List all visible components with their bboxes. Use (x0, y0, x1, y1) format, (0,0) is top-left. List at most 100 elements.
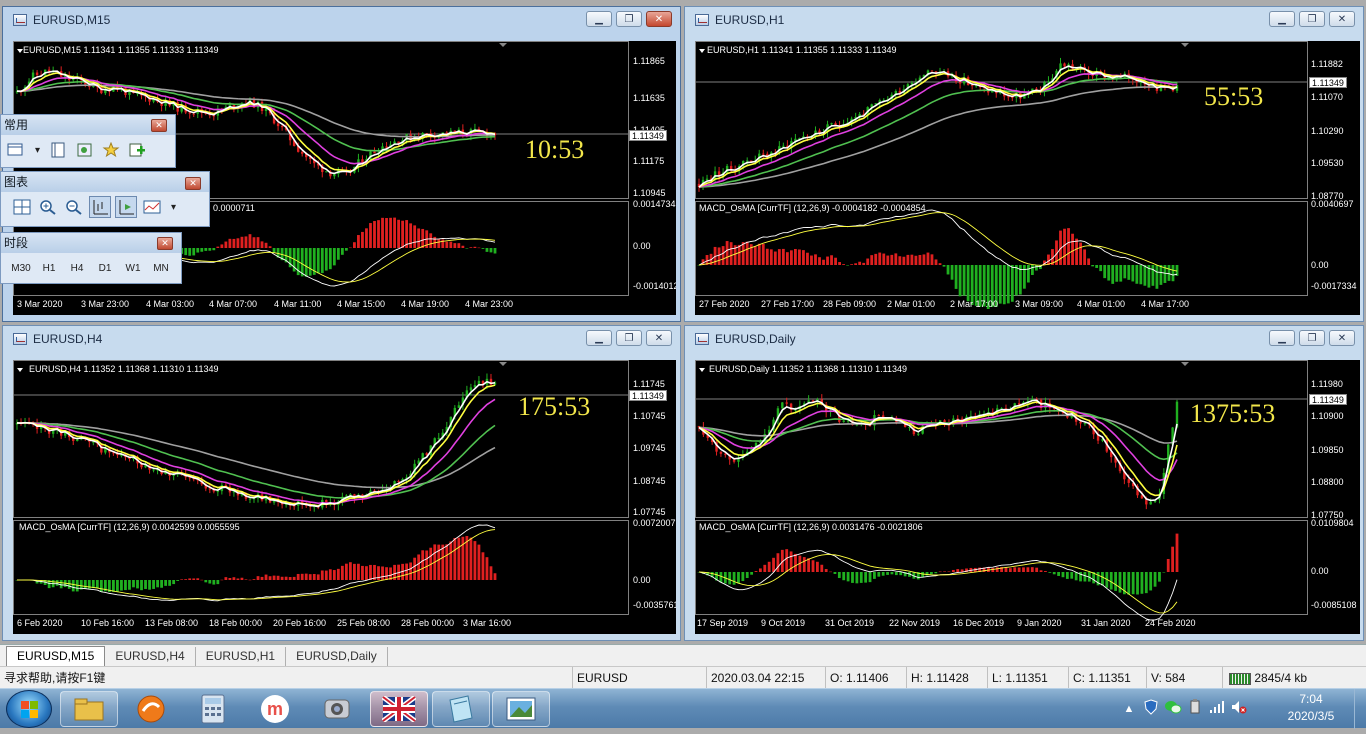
candle-body (1047, 81, 1050, 83)
chart-window-icon (695, 333, 709, 345)
new-order-button[interactable] (126, 139, 148, 161)
period-button-w1[interactable]: W1 (119, 263, 147, 274)
macd-bar (248, 579, 252, 581)
chart-canvas[interactable]: EURUSD,H4 1.11352 1.11368 1.11310 1.1134… (13, 360, 676, 634)
macd-bar (1151, 265, 1155, 286)
file-explorer-taskbar-icon[interactable] (60, 691, 118, 727)
toolbar-title[interactable]: 时段 (1, 233, 181, 253)
picture-viewer-taskbar-icon[interactable] (492, 691, 550, 727)
period-button-mn[interactable]: MN (147, 263, 175, 274)
candle-body (35, 72, 39, 76)
close-icon[interactable]: ✕ (185, 177, 201, 190)
start-button[interactable] (6, 690, 52, 728)
macd-bar (1115, 265, 1119, 282)
data-window-button[interactable] (74, 139, 96, 161)
price-axis: 1.118651.116351.114051.111751.10945 (633, 56, 666, 198)
period-button-h1[interactable]: H1 (35, 263, 63, 274)
media-taskbar-icon[interactable] (308, 691, 366, 727)
period-button-h4[interactable]: H4 (63, 263, 91, 274)
indicators-icon[interactable] (141, 196, 163, 218)
browser-taskbar-icon[interactable] (122, 691, 180, 727)
window-titlebar[interactable]: EURUSD,H4 (3, 326, 680, 352)
macd-bar (457, 243, 461, 248)
time-tick-label: 4 Mar 11:00 (274, 299, 321, 309)
notepad-taskbar-icon[interactable] (432, 691, 490, 727)
wechat-icon[interactable] (1162, 699, 1184, 720)
close-button[interactable]: ✕ (646, 11, 672, 27)
chart-area[interactable]: EURUSD,H4 1.11352 1.11368 1.11310 1.1134… (13, 360, 676, 634)
macd-bar (132, 580, 135, 588)
period-button-d1[interactable]: D1 (91, 263, 119, 274)
zoom-in-icon[interactable] (37, 196, 59, 218)
chevron-down-icon[interactable]: ▾ (167, 202, 180, 213)
macd-bar (296, 573, 300, 580)
minimize-button[interactable]: ▁ (586, 11, 612, 27)
time-tick-label: 3 Mar 2020 (17, 299, 63, 309)
toolbar-common[interactable]: 常用 ✕ ▾ (0, 114, 176, 168)
chart-tab[interactable]: EURUSD,H1 (196, 647, 287, 666)
chart-shift-icon[interactable] (115, 196, 137, 218)
volume-muted-icon[interactable] (1228, 700, 1250, 719)
chart-area[interactable]: EURUSD,H1 1.11341 1.11355 1.11333 1.1134… (695, 41, 1360, 315)
new-chart-button[interactable] (5, 139, 27, 161)
period-button-m30[interactable]: M30 (7, 263, 35, 274)
status-traffic[interactable]: 2845/4 kb (1222, 667, 1366, 689)
chevron-down-icon[interactable]: ▾ (31, 145, 44, 156)
macd-bar (284, 576, 288, 580)
chart-window-h1[interactable]: EURUSD,H1 ▁ ❐ ✕ EURUSD,H1 1.11341 1.1135… (684, 6, 1364, 322)
macd-bar (811, 560, 815, 572)
close-button[interactable]: ✕ (646, 330, 672, 346)
chart-window-h4[interactable]: EURUSD,H4 ▁ ❐ ✕ EURUSD,H4 1.11352 1.1136… (2, 325, 681, 641)
macd-bar (1095, 265, 1099, 268)
chart-tab[interactable]: EURUSD,M15 (6, 646, 106, 666)
macd-bar (357, 235, 360, 248)
chart-canvas[interactable]: EURUSD,H1 1.11341 1.11355 1.11333 1.1134… (695, 41, 1360, 315)
network-signal-icon[interactable] (1206, 700, 1228, 719)
m-app-taskbar-icon[interactable]: m (246, 691, 304, 727)
window-titlebar[interactable]: EURUSD,M15 (3, 7, 680, 33)
chart-tab[interactable]: EURUSD,H4 (105, 647, 196, 666)
calculator-taskbar-icon[interactable] (184, 691, 242, 727)
current-price-box: 1.11349 (629, 390, 667, 401)
minimize-button[interactable]: ▁ (1269, 330, 1295, 346)
window-titlebar[interactable]: EURUSD,H1 (685, 7, 1363, 33)
toolbar-title[interactable]: 图表 (1, 172, 209, 192)
metatrader-taskbar-icon[interactable] (370, 691, 428, 727)
macd-bar (1035, 567, 1039, 572)
system-clock[interactable]: 7:04 2020/3/5 (1276, 691, 1346, 725)
minimize-button[interactable]: ▁ (586, 330, 612, 346)
time-tick-label: 31 Oct 2019 (825, 618, 874, 628)
usb-device-icon[interactable] (1184, 698, 1206, 720)
show-desktop-button[interactable] (1354, 689, 1366, 729)
toolbar-periods[interactable]: 时段 ✕ M30 H1 H4 D1 W1 MN (0, 232, 182, 284)
macd-bar (753, 246, 757, 265)
tray-expand-icon[interactable]: ▲ (1118, 703, 1140, 715)
auto-scroll-icon[interactable] (89, 196, 111, 218)
toolbar-title[interactable]: 常用 (1, 115, 175, 135)
taskbar: m ▲ 7:04 2020/3/5 (0, 688, 1366, 729)
minimize-button[interactable]: ▁ (1269, 11, 1295, 27)
close-icon[interactable]: ✕ (151, 119, 167, 132)
navigator-star-icon[interactable] (100, 139, 122, 161)
macd-bar (353, 242, 356, 248)
market-watch-button[interactable] (48, 139, 70, 161)
chart-tab[interactable]: EURUSD,Daily (286, 647, 388, 666)
window-titlebar[interactable]: EURUSD,Daily (685, 326, 1363, 352)
close-button[interactable]: ✕ (1329, 330, 1355, 346)
toolbar-charts[interactable]: 图表 ✕ ▾ (0, 171, 210, 227)
candle-body (729, 165, 733, 170)
chart-area[interactable]: EURUSD,Daily 1.11352 1.11368 1.11310 1.1… (695, 360, 1360, 634)
restore-button[interactable]: ❐ (1299, 330, 1325, 346)
bar-chart-type-button[interactable] (11, 196, 33, 218)
restore-button[interactable]: ❐ (1299, 11, 1325, 27)
close-button[interactable]: ✕ (1329, 11, 1355, 27)
macd-bar (256, 237, 260, 248)
restore-button[interactable]: ❐ (616, 330, 642, 346)
close-icon[interactable]: ✕ (157, 237, 173, 250)
chart-canvas[interactable]: EURUSD,Daily 1.11352 1.11368 1.11310 1.1… (695, 360, 1360, 634)
restore-button[interactable]: ❐ (616, 11, 642, 27)
zoom-out-icon[interactable] (63, 196, 85, 218)
macd-bar (995, 567, 999, 572)
shield-icon[interactable] (1140, 698, 1162, 720)
chart-window-daily[interactable]: EURUSD,Daily ▁ ❐ ✕ EURUSD,Daily 1.11352 … (684, 325, 1364, 641)
